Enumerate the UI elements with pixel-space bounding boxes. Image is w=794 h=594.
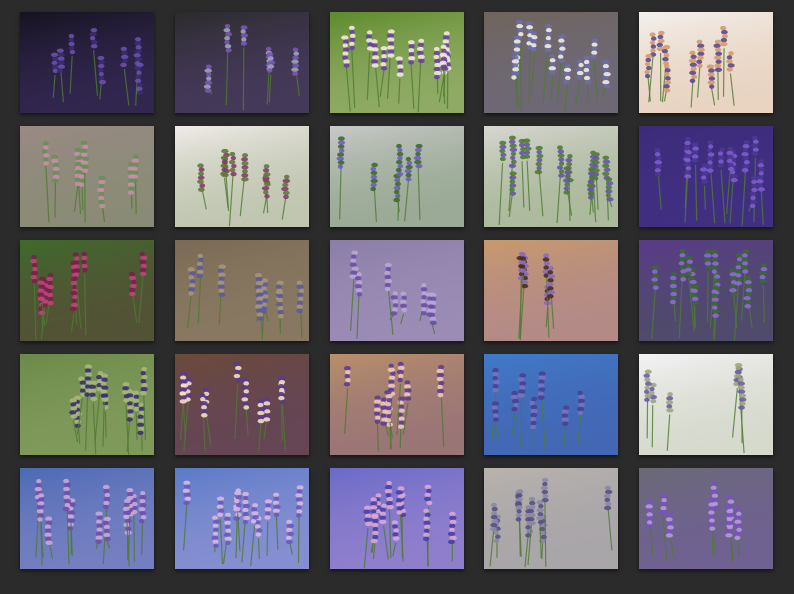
photo-image bbox=[639, 12, 773, 113]
photo-lavender-spike-green-blur[interactable] bbox=[20, 354, 154, 455]
photo-pink-lilac-blossom[interactable] bbox=[20, 240, 154, 341]
photo-lavender-bee-dark[interactable] bbox=[20, 12, 154, 113]
photo-butterfly-on-lavender[interactable] bbox=[330, 12, 464, 113]
photo-lavender-ribbon-hydrangea[interactable] bbox=[175, 468, 309, 569]
photo-image bbox=[330, 240, 464, 341]
photo-image bbox=[175, 468, 309, 569]
photo-image bbox=[484, 468, 618, 569]
photo-pink-lavender-soft[interactable] bbox=[20, 126, 154, 227]
photo-image bbox=[20, 468, 154, 569]
photo-heart-soaps-lavender[interactable] bbox=[175, 354, 309, 455]
photo-lavender-stems-blur[interactable] bbox=[330, 240, 464, 341]
photo-image bbox=[20, 354, 154, 455]
photo-image bbox=[639, 468, 773, 569]
photo-white-basket-on-wood[interactable] bbox=[484, 12, 618, 113]
photo-lavender-sand-beach[interactable] bbox=[484, 468, 618, 569]
photo-image bbox=[484, 240, 618, 341]
photo-image bbox=[20, 126, 154, 227]
photo-image bbox=[330, 468, 464, 569]
photo-image bbox=[175, 354, 309, 455]
photo-image bbox=[639, 126, 773, 227]
photo-image bbox=[484, 12, 618, 113]
photo-image bbox=[20, 12, 154, 113]
photo-coffee-beans-lavender[interactable] bbox=[484, 240, 618, 341]
photo-image bbox=[330, 354, 464, 455]
photo-lavender-basket-pink[interactable] bbox=[330, 468, 464, 569]
photo-image bbox=[330, 126, 464, 227]
photo-image bbox=[175, 126, 309, 227]
photo-pink-lavender-field[interactable] bbox=[175, 126, 309, 227]
photo-lavender-field-blue-sky[interactable] bbox=[484, 354, 618, 455]
photo-dried-lavender-on-wood[interactable] bbox=[175, 240, 309, 341]
photo-image bbox=[175, 12, 309, 113]
photo-image bbox=[639, 354, 773, 455]
photo-lavender-closeup-purple[interactable] bbox=[639, 240, 773, 341]
photo-image bbox=[484, 354, 618, 455]
photo-image bbox=[639, 240, 773, 341]
photo-image bbox=[484, 126, 618, 227]
photo-lavender-glass-bottle[interactable] bbox=[175, 12, 309, 113]
photo-lavender-white-background[interactable] bbox=[639, 354, 773, 455]
photo-lavender-bunch-hydrangea[interactable] bbox=[20, 468, 154, 569]
photo-bouquet-ribbon-grey-wood[interactable] bbox=[330, 126, 464, 227]
photo-purple-bicycle-basket[interactable] bbox=[639, 468, 773, 569]
photo-image bbox=[330, 12, 464, 113]
photo-heart-soap-pink[interactable] bbox=[330, 354, 464, 455]
photo-grid bbox=[0, 0, 794, 594]
photo-image bbox=[175, 240, 309, 341]
photo-image bbox=[20, 240, 154, 341]
photo-bouquet-ribbon-white-wood[interactable] bbox=[484, 126, 618, 227]
photo-purple-salvia-field[interactable] bbox=[639, 126, 773, 227]
photo-lavender-in-orange-pot[interactable] bbox=[639, 12, 773, 113]
